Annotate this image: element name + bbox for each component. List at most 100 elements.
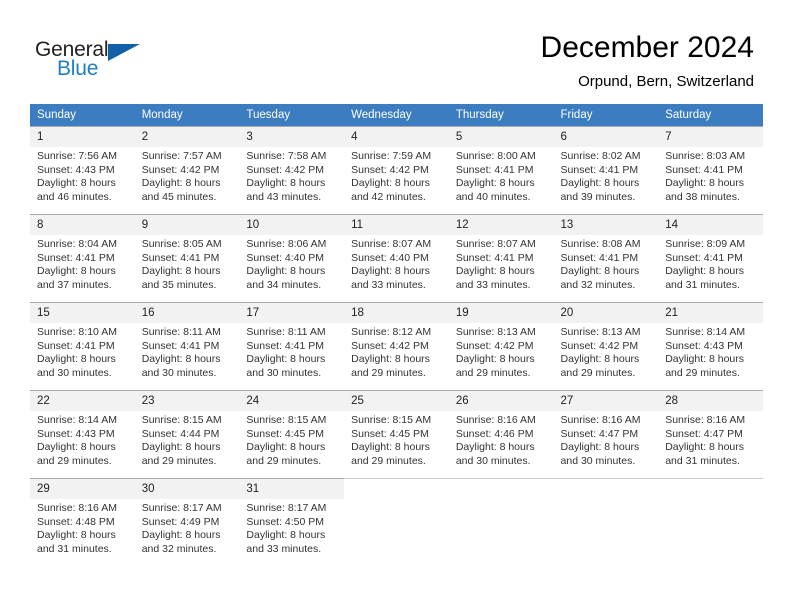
day-cell-content: 16 Sunrise: 8:11 AM Sunset: 4:41 PM Dayligh… xyxy=(134,302,240,390)
calendar-day-cell[interactable]: 17 Sunrise: 8:11 AM Sunset: 4:41 PM Dayligh… xyxy=(239,302,345,390)
calendar-day-cell[interactable]: 26 Sunrise: 8:16 AM Sunset: 4:46 PM Dayligh… xyxy=(448,390,554,478)
day-details: Sunrise: 8:04 AM Sunset: 4:41 PM Daylight:… xyxy=(30,235,135,292)
day-cell-content: 27 Sunrise: 8:16 AM Sunset: 4:47 PM Dayligh… xyxy=(553,390,659,478)
calendar-day-cell[interactable]: 20 Sunrise: 8:13 AM Sunset: 4:42 PM Dayligh… xyxy=(553,302,659,390)
day-detail-sunset: Sunset: 4:43 PM xyxy=(37,163,115,176)
day-detail-daylight2: and 30 minutes. xyxy=(455,454,531,467)
calendar-day-cell[interactable]: 24 Sunrise: 8:15 AM Sunset: 4:45 PM Dayligh… xyxy=(239,390,345,478)
calendar-body: 1 Sunrise: 7:56 AM Sunset: 4:43 PM Daylight… xyxy=(30,126,763,566)
day-details: Sunrise: 8:11 AM Sunset: 4:41 PM Daylight:… xyxy=(135,323,240,380)
day-detail-sunrise: Sunrise: 8:06 AM xyxy=(246,238,327,250)
calendar-day-cell[interactable]: 25 Sunrise: 8:15 AM Sunset: 4:45 PM Dayligh… xyxy=(344,390,449,478)
day-number xyxy=(554,479,659,483)
day-cell-content: 11 Sunrise: 8:07 AM Sunset: 4:40 PM Dayligh… xyxy=(344,214,449,302)
calendar-day-cell[interactable]: 23 Sunrise: 8:15 AM Sunset: 4:44 PM Dayligh… xyxy=(134,390,240,478)
day-detail-daylight2: and 33 minutes. xyxy=(351,278,426,291)
calendar-day-cell[interactable]: 1 Sunrise: 7:56 AM Sunset: 4:43 PM Daylight… xyxy=(30,126,135,214)
calendar-day-cell[interactable]: 29 Sunrise: 8:16 AM Sunset: 4:48 PM Dayligh… xyxy=(30,478,135,566)
day-cell-content: 20 Sunrise: 8:13 AM Sunset: 4:42 PM Dayligh… xyxy=(553,302,659,390)
calendar-day-cell[interactable]: 10 Sunrise: 8:06 AM Sunset: 4:40 PM Dayligh… xyxy=(239,214,345,302)
day-details: Sunrise: 8:17 AM Sunset: 4:50 PM Daylight:… xyxy=(239,499,344,556)
day-detail-sunset: Sunset: 4:41 PM xyxy=(560,251,639,264)
calendar-day-cell[interactable]: 27 Sunrise: 8:16 AM Sunset: 4:47 PM Dayligh… xyxy=(553,390,659,478)
day-detail-sunset: Sunset: 4:40 PM xyxy=(246,251,325,264)
day-detail-daylight1: Daylight: 8 hours xyxy=(246,353,326,366)
day-detail-sunset: Sunset: 4:43 PM xyxy=(37,427,115,440)
calendar-day-cell[interactable] xyxy=(658,478,763,566)
day-detail-sunset: Sunset: 4:41 PM xyxy=(141,339,220,352)
weekday-header-tuesday: Tuesday xyxy=(239,104,345,126)
calendar-day-cell[interactable]: 8 Sunrise: 8:04 AM Sunset: 4:41 PM Daylight… xyxy=(30,214,135,302)
day-detail-daylight1: Daylight: 8 hours xyxy=(141,265,221,278)
day-detail-daylight1: Daylight: 8 hours xyxy=(455,353,535,366)
day-detail-daylight1: Daylight: 8 hours xyxy=(141,441,221,454)
day-detail-sunset: Sunset: 4:42 PM xyxy=(141,163,220,176)
calendar-day-cell[interactable] xyxy=(553,478,659,566)
day-cell-content: 8 Sunrise: 8:04 AM Sunset: 4:41 PM Daylight… xyxy=(30,214,135,302)
day-number: 21 xyxy=(658,303,763,323)
day-detail-daylight2: and 39 minutes. xyxy=(560,190,636,203)
calendar-day-cell[interactable]: 12 Sunrise: 8:07 AM Sunset: 4:41 PM Dayligh… xyxy=(448,214,554,302)
day-cell-content: 31 Sunrise: 8:17 AM Sunset: 4:50 PM Dayligh… xyxy=(239,478,345,566)
day-cell-content: 25 Sunrise: 8:15 AM Sunset: 4:45 PM Dayligh… xyxy=(344,390,449,478)
calendar-day-cell[interactable]: 6 Sunrise: 8:02 AM Sunset: 4:41 PM Daylight… xyxy=(553,126,659,214)
day-detail-daylight2: and 32 minutes. xyxy=(141,542,217,555)
calendar-week-row: 1 Sunrise: 7:56 AM Sunset: 4:43 PM Daylight… xyxy=(30,126,763,214)
calendar-day-cell[interactable]: 30 Sunrise: 8:17 AM Sunset: 4:49 PM Dayligh… xyxy=(134,478,240,566)
day-detail-daylight1: Daylight: 8 hours xyxy=(246,265,326,278)
general-blue-logo[interactable]: General Blue xyxy=(35,38,165,84)
calendar-day-cell[interactable]: 22 Sunrise: 8:14 AM Sunset: 4:43 PM Dayligh… xyxy=(30,390,135,478)
day-detail-daylight2: and 29 minutes. xyxy=(246,454,322,467)
calendar-day-cell[interactable]: 21 Sunrise: 8:14 AM Sunset: 4:43 PM Dayligh… xyxy=(658,302,763,390)
day-cell-content: 4 Sunrise: 7:59 AM Sunset: 4:42 PM Daylight… xyxy=(344,126,449,214)
day-detail-sunset: Sunset: 4:42 PM xyxy=(560,339,639,352)
calendar-day-cell[interactable] xyxy=(448,478,554,566)
day-detail-daylight2: and 29 minutes. xyxy=(455,366,531,379)
day-number: 13 xyxy=(553,215,659,235)
day-number: 7 xyxy=(658,127,763,147)
calendar-day-cell[interactable]: 7 Sunrise: 8:03 AM Sunset: 4:41 PM Daylight… xyxy=(658,126,763,214)
day-number: 1 xyxy=(30,127,135,147)
day-detail-sunrise: Sunrise: 8:09 AM xyxy=(665,238,746,250)
calendar-day-cell[interactable]: 16 Sunrise: 8:11 AM Sunset: 4:41 PM Dayligh… xyxy=(134,302,240,390)
day-number: 31 xyxy=(239,479,345,499)
calendar-day-cell[interactable]: 14 Sunrise: 8:09 AM Sunset: 4:41 PM Dayligh… xyxy=(658,214,763,302)
day-detail-sunset: Sunset: 4:41 PM xyxy=(141,251,220,264)
calendar-day-cell[interactable]: 19 Sunrise: 8:13 AM Sunset: 4:42 PM Dayligh… xyxy=(448,302,554,390)
calendar-page: General Blue December 2024 Orpund, Bern,… xyxy=(0,0,792,612)
day-number: 4 xyxy=(344,127,449,147)
day-detail-sunset: Sunset: 4:41 PM xyxy=(37,339,115,352)
day-details: Sunrise: 8:03 AM Sunset: 4:41 PM Daylight:… xyxy=(658,147,763,204)
day-number: 15 xyxy=(30,303,135,323)
day-cell-empty xyxy=(553,478,659,566)
calendar-day-cell[interactable]: 11 Sunrise: 8:07 AM Sunset: 4:40 PM Dayligh… xyxy=(344,214,449,302)
calendar-day-cell[interactable]: 15 Sunrise: 8:10 AM Sunset: 4:41 PM Dayligh… xyxy=(30,302,135,390)
day-detail-sunrise: Sunrise: 8:16 AM xyxy=(665,414,746,426)
calendar-day-cell[interactable]: 5 Sunrise: 8:00 AM Sunset: 4:41 PM Daylight… xyxy=(448,126,554,214)
day-number xyxy=(344,479,449,483)
day-details: Sunrise: 8:11 AM Sunset: 4:41 PM Daylight:… xyxy=(239,323,344,380)
day-detail-daylight1: Daylight: 8 hours xyxy=(37,353,116,366)
calendar-day-cell[interactable]: 9 Sunrise: 8:05 AM Sunset: 4:41 PM Daylight… xyxy=(134,214,240,302)
day-detail-sunset: Sunset: 4:43 PM xyxy=(665,339,743,352)
weekday-header-wednesday: Wednesday xyxy=(344,104,449,126)
calendar-day-cell[interactable]: 3 Sunrise: 7:58 AM Sunset: 4:42 PM Daylight… xyxy=(239,126,345,214)
calendar-day-cell[interactable]: 18 Sunrise: 8:12 AM Sunset: 4:42 PM Dayligh… xyxy=(344,302,449,390)
day-details: Sunrise: 8:07 AM Sunset: 4:40 PM Daylight:… xyxy=(344,235,449,292)
weekday-header-friday: Friday xyxy=(553,104,659,126)
calendar-day-cell[interactable] xyxy=(344,478,449,566)
calendar-day-cell[interactable]: 4 Sunrise: 7:59 AM Sunset: 4:42 PM Daylight… xyxy=(344,126,449,214)
day-detail-sunset: Sunset: 4:40 PM xyxy=(351,251,429,264)
day-cell-content: 28 Sunrise: 8:16 AM Sunset: 4:47 PM Dayligh… xyxy=(658,390,763,478)
day-number: 3 xyxy=(239,127,345,147)
day-details: Sunrise: 8:10 AM Sunset: 4:41 PM Daylight:… xyxy=(30,323,135,380)
day-detail-daylight1: Daylight: 8 hours xyxy=(141,529,221,542)
day-detail-daylight1: Daylight: 8 hours xyxy=(560,265,640,278)
day-detail-sunset: Sunset: 4:49 PM xyxy=(141,515,220,528)
calendar-day-cell[interactable]: 31 Sunrise: 8:17 AM Sunset: 4:50 PM Dayligh… xyxy=(239,478,345,566)
calendar-day-cell[interactable]: 2 Sunrise: 7:57 AM Sunset: 4:42 PM Daylight… xyxy=(134,126,240,214)
day-number: 18 xyxy=(344,303,449,323)
calendar-day-cell[interactable]: 28 Sunrise: 8:16 AM Sunset: 4:47 PM Dayligh… xyxy=(658,390,763,478)
day-detail-daylight1: Daylight: 8 hours xyxy=(351,353,430,366)
calendar-day-cell[interactable]: 13 Sunrise: 8:08 AM Sunset: 4:41 PM Dayligh… xyxy=(553,214,659,302)
